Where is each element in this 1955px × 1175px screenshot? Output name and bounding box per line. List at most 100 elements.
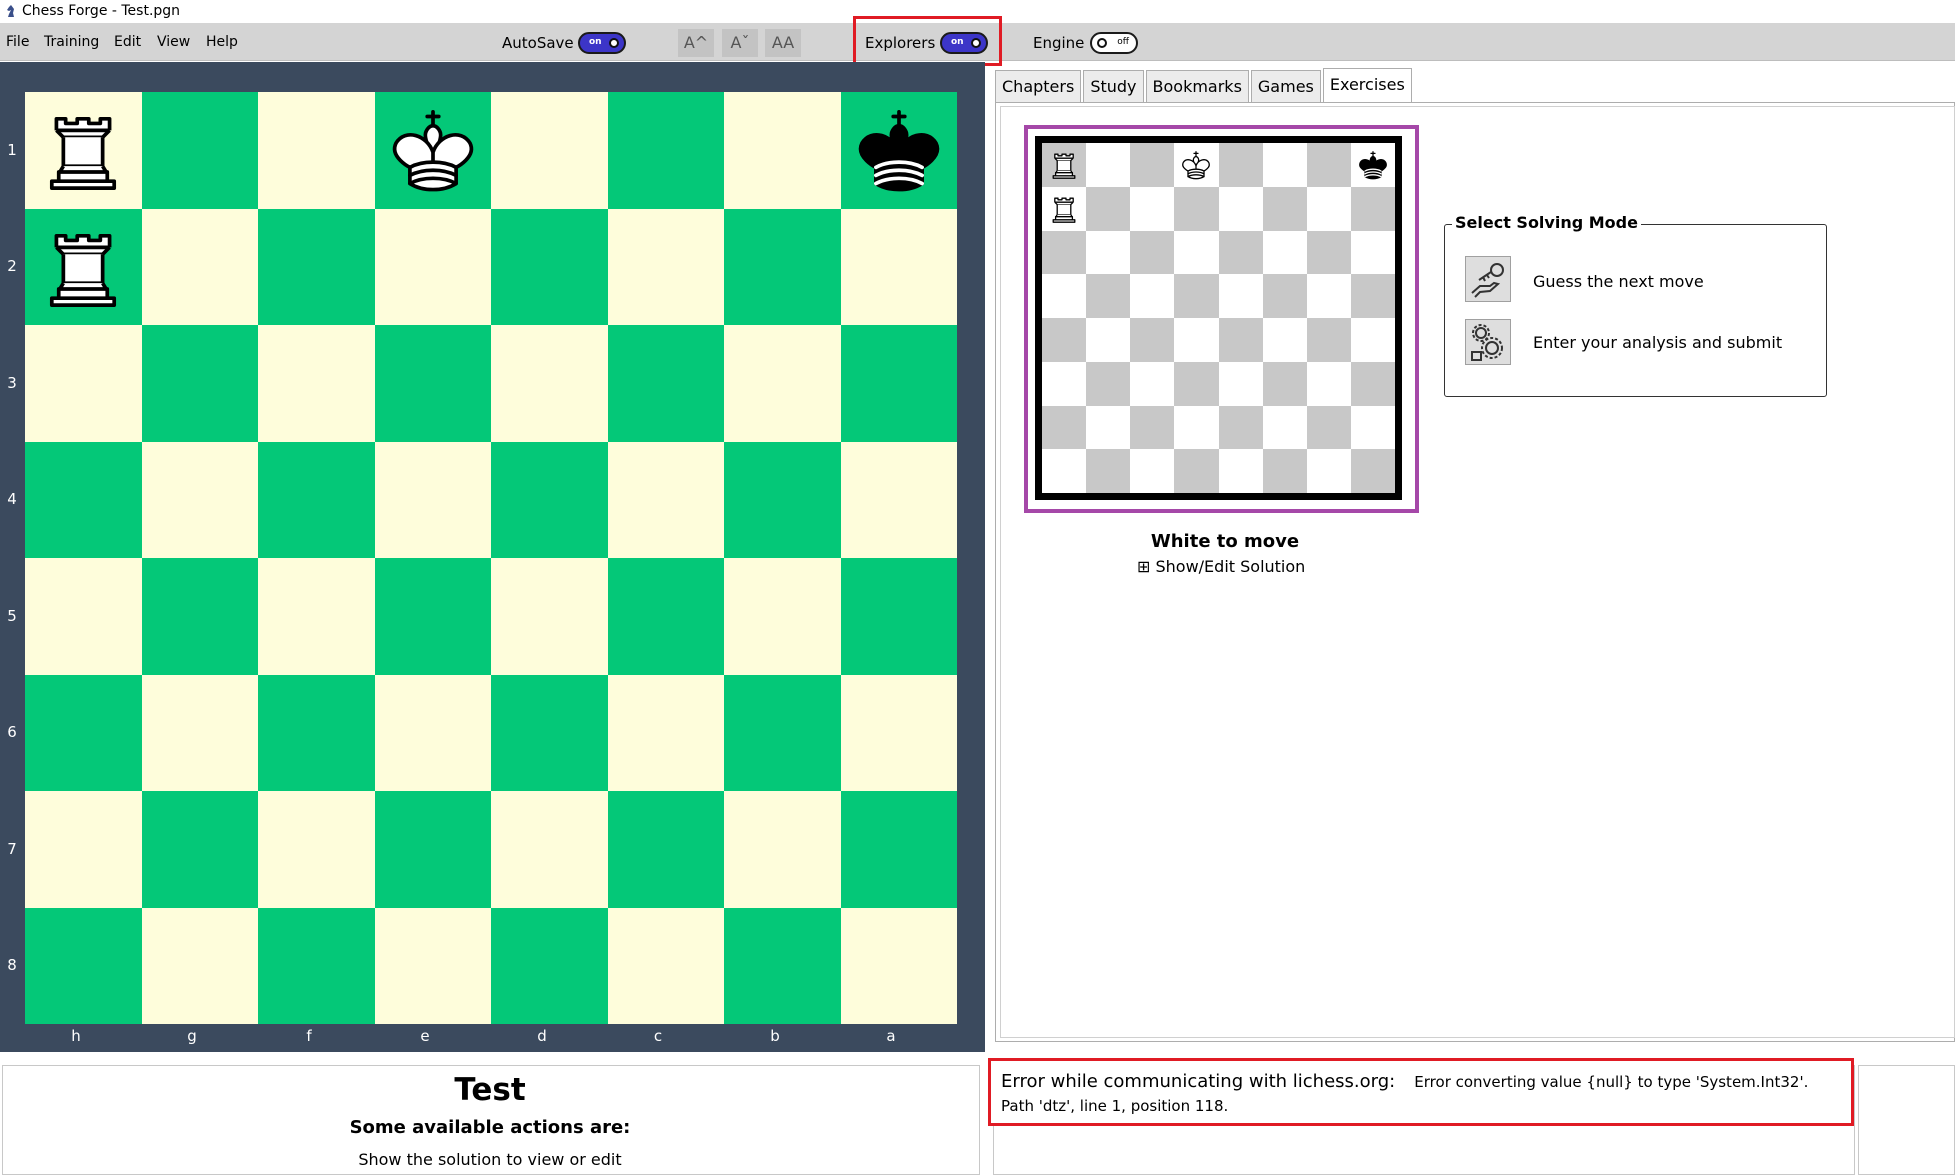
square-d4[interactable] bbox=[491, 441, 608, 558]
square-e7[interactable] bbox=[374, 791, 491, 908]
file-label: a bbox=[886, 1027, 896, 1045]
tab-study[interactable]: Study bbox=[1083, 70, 1144, 104]
engine-toggle[interactable]: off bbox=[1090, 32, 1138, 54]
square-f4[interactable] bbox=[258, 441, 375, 558]
square-g4[interactable] bbox=[141, 441, 258, 558]
square-e2[interactable] bbox=[374, 208, 491, 325]
square-f1[interactable] bbox=[258, 92, 375, 209]
square-a3[interactable] bbox=[840, 325, 957, 442]
autosave-toggle[interactable]: on bbox=[578, 32, 626, 54]
square-c7[interactable] bbox=[607, 791, 724, 908]
file-label: g bbox=[187, 1027, 197, 1045]
square-b3[interactable] bbox=[724, 325, 841, 442]
square-a4[interactable] bbox=[840, 441, 957, 558]
square-d5[interactable] bbox=[491, 558, 608, 675]
square-g6[interactable] bbox=[141, 674, 258, 791]
menu-training[interactable]: Training bbox=[44, 34, 99, 50]
square-c3[interactable] bbox=[607, 325, 724, 442]
square-b7[interactable] bbox=[724, 791, 841, 908]
square-h6[interactable] bbox=[25, 674, 142, 791]
window-title: Chess Forge - Test.pgn bbox=[22, 3, 181, 19]
square-f3[interactable] bbox=[258, 325, 375, 442]
tab-games[interactable]: Games bbox=[1250, 70, 1321, 104]
square-a2[interactable] bbox=[840, 208, 957, 325]
mini-black-king-piece bbox=[1355, 147, 1391, 187]
mini-square-f6 bbox=[1130, 361, 1175, 406]
mini-square-d5 bbox=[1218, 318, 1263, 362]
square-d3[interactable] bbox=[491, 325, 608, 442]
exercise-board[interactable] bbox=[1042, 143, 1395, 493]
mini-square-e2 bbox=[1174, 186, 1219, 231]
square-e8[interactable] bbox=[374, 907, 491, 1024]
file-label: b bbox=[770, 1027, 780, 1045]
square-d8[interactable] bbox=[491, 907, 608, 1024]
square-e4[interactable] bbox=[374, 441, 491, 558]
square-g1[interactable] bbox=[141, 92, 258, 209]
square-a5[interactable] bbox=[840, 558, 957, 675]
square-b4[interactable] bbox=[724, 441, 841, 558]
square-d6[interactable] bbox=[491, 674, 608, 791]
square-h5[interactable] bbox=[25, 558, 142, 675]
guess-next-move-option[interactable]: Guess the next move bbox=[1533, 272, 1704, 291]
rank-label: 5 bbox=[7, 607, 17, 625]
square-b8[interactable] bbox=[724, 907, 841, 1024]
square-h8[interactable] bbox=[25, 907, 142, 1024]
hand-key-icon[interactable] bbox=[1465, 256, 1511, 302]
square-f8[interactable] bbox=[258, 907, 375, 1024]
font-fixed-button[interactable]: AA bbox=[765, 29, 801, 57]
square-b5[interactable] bbox=[724, 558, 841, 675]
chess-board[interactable] bbox=[25, 92, 957, 1024]
square-c5[interactable] bbox=[607, 558, 724, 675]
menu-file[interactable]: File bbox=[6, 34, 29, 50]
square-f5[interactable] bbox=[258, 558, 375, 675]
square-a8[interactable] bbox=[840, 907, 957, 1024]
font-increase-button[interactable]: A^ bbox=[678, 29, 714, 57]
square-e6[interactable] bbox=[374, 674, 491, 791]
square-b1[interactable] bbox=[724, 92, 841, 209]
square-a6[interactable] bbox=[840, 674, 957, 791]
square-g3[interactable] bbox=[141, 325, 258, 442]
white-rook-piece[interactable] bbox=[25, 92, 142, 209]
font-decrease-button[interactable]: Aˇ bbox=[722, 29, 758, 57]
menu-edit[interactable]: Edit bbox=[114, 34, 141, 50]
square-c6[interactable] bbox=[607, 674, 724, 791]
square-e5[interactable] bbox=[374, 558, 491, 675]
mini-square-c1 bbox=[1262, 143, 1307, 187]
square-g2[interactable] bbox=[141, 208, 258, 325]
menu-help[interactable]: Help bbox=[206, 34, 238, 50]
show-edit-solution-link[interactable]: ⊞ Show/Edit Solution bbox=[1137, 557, 1305, 576]
square-f2[interactable] bbox=[258, 208, 375, 325]
error-message: Error while communicating with lichess.o… bbox=[1001, 1070, 1841, 1118]
square-f6[interactable] bbox=[258, 674, 375, 791]
square-h3[interactable] bbox=[25, 325, 142, 442]
mini-square-a8 bbox=[1350, 449, 1395, 493]
square-d7[interactable] bbox=[491, 791, 608, 908]
tab-chapters[interactable]: Chapters bbox=[995, 70, 1082, 104]
square-g5[interactable] bbox=[141, 558, 258, 675]
square-g8[interactable] bbox=[141, 907, 258, 1024]
square-b2[interactable] bbox=[724, 208, 841, 325]
white-rook-piece[interactable] bbox=[25, 209, 142, 326]
enter-analysis-option[interactable]: Enter your analysis and submit bbox=[1533, 333, 1782, 352]
black-king-piece[interactable] bbox=[841, 92, 958, 209]
square-a7[interactable] bbox=[840, 791, 957, 908]
square-c2[interactable] bbox=[607, 208, 724, 325]
tab-bookmarks[interactable]: Bookmarks bbox=[1145, 70, 1249, 104]
square-c4[interactable] bbox=[607, 441, 724, 558]
rank-label: 6 bbox=[7, 723, 17, 741]
square-d1[interactable] bbox=[491, 92, 608, 209]
square-f7[interactable] bbox=[258, 791, 375, 908]
mini-square-b4 bbox=[1306, 274, 1351, 318]
white-king-piece[interactable] bbox=[375, 92, 492, 209]
square-h7[interactable] bbox=[25, 791, 142, 908]
gears-icon[interactable] bbox=[1465, 319, 1511, 365]
square-c8[interactable] bbox=[607, 907, 724, 1024]
square-h4[interactable] bbox=[25, 441, 142, 558]
tab-exercises[interactable]: Exercises bbox=[1322, 68, 1412, 104]
square-c1[interactable] bbox=[607, 92, 724, 209]
square-e3[interactable] bbox=[374, 325, 491, 442]
menu-view[interactable]: View bbox=[157, 34, 190, 50]
square-b6[interactable] bbox=[724, 674, 841, 791]
square-g7[interactable] bbox=[141, 791, 258, 908]
square-d2[interactable] bbox=[491, 208, 608, 325]
